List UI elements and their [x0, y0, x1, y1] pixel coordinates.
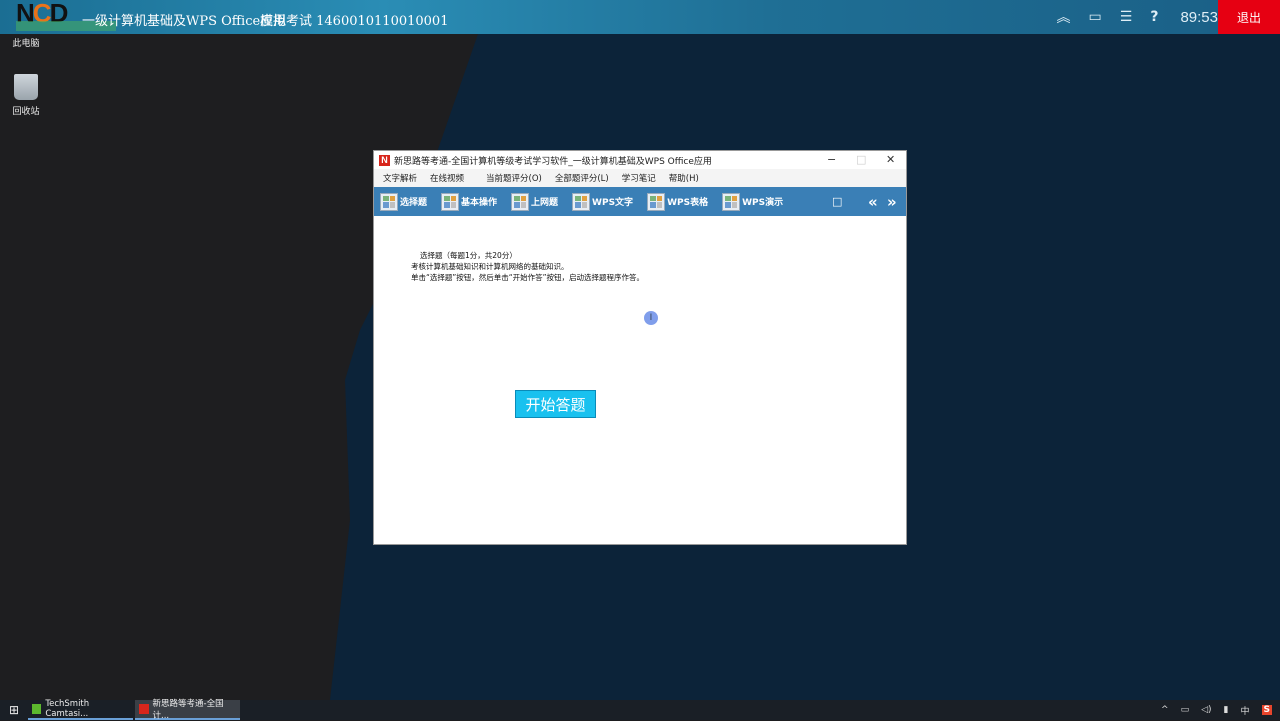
camtasia-icon	[32, 704, 42, 714]
taskbar: ⊞ TechSmith Camtasi... 新思路等考通-全国计... ^ ▭…	[0, 699, 1280, 721]
section-desc: 考核计算机基础知识和计算机网络的基础知识。	[411, 262, 569, 271]
icon-label: 回收站	[12, 107, 40, 117]
system-tray: ^ ▭ ◁) ▮ 中 S	[1161, 700, 1272, 720]
chevron-up-icon[interactable]: ^	[1161, 705, 1169, 715]
menu-notes[interactable]: 学习笔记	[622, 172, 656, 184]
desktop-icon-recycle-bin[interactable]: 回收站	[6, 74, 46, 117]
tool-basic-ops[interactable]: 基本操作	[441, 192, 497, 211]
app-window: N 新思路等考通-全国计算机等级考试学习软件_一级计算机基础及WPS Offic…	[373, 150, 907, 545]
help-icon[interactable]: ?	[1150, 9, 1158, 25]
tool-internet[interactable]: 上网题	[511, 192, 558, 211]
tool-wps-presentation[interactable]: WPS演示	[722, 192, 783, 211]
tool-wps-writer[interactable]: WPS文字	[572, 192, 633, 211]
basic-ops-icon	[441, 192, 460, 211]
menu-help[interactable]: 帮助(H)	[669, 172, 699, 184]
task-app[interactable]: 新思路等考通-全国计...	[135, 699, 240, 721]
ime-indicator[interactable]: 中	[1241, 704, 1250, 717]
wps-writer-icon	[572, 192, 591, 211]
microphone-icon[interactable]: ▮	[1224, 705, 1229, 715]
exit-button[interactable]: 退出	[1218, 0, 1280, 34]
recycle-bin-icon	[14, 74, 38, 100]
internet-icon	[511, 192, 530, 211]
sogou-icon[interactable]: S	[1261, 705, 1272, 715]
window-titlebar: N 新思路等考通-全国计算机等级考试学习软件_一级计算机基础及WPS Offic…	[374, 151, 906, 169]
wps-presentation-icon	[722, 192, 741, 211]
tool-choice[interactable]: 选择题	[380, 192, 427, 211]
menu-bar: 文字解析 在线视频 当前题评分(O) 全部题评分(L) 学习笔记 帮助(H)	[374, 169, 906, 187]
section-title: 选择题（每题1分，共20分）	[420, 251, 517, 260]
wps-sheet-icon	[647, 192, 666, 211]
network-icon[interactable]: ▭	[1181, 705, 1190, 715]
icon-label: 此电脑	[12, 39, 40, 49]
desktop-icon-this-pc[interactable]: 此电脑	[6, 36, 46, 49]
square-icon[interactable]: □	[832, 195, 842, 208]
menu-score-current[interactable]: 当前题评分(O)	[486, 172, 542, 184]
checklist-icon[interactable]: ☰	[1120, 9, 1133, 25]
tool-wps-sheet[interactable]: WPS表格	[647, 192, 708, 211]
exam-subject: 一级计算机基础及WPS Office应用	[82, 14, 287, 29]
prev-icon[interactable]: «	[868, 193, 878, 211]
app-logo-icon: N	[379, 154, 390, 166]
window-icon[interactable]: ▭	[1089, 9, 1102, 25]
exam-id: 模拟考试 1460010110010001	[260, 14, 449, 29]
countdown-timer: 89:53	[1180, 8, 1218, 26]
start-answer-button[interactable]: 开始答题	[515, 390, 596, 418]
task-camtasia[interactable]: TechSmith Camtasi...	[28, 699, 133, 720]
close-button[interactable]: ✕	[886, 153, 895, 166]
menu-text-analysis[interactable]: 文字解析	[383, 172, 417, 184]
section-instruction: 单击“选择题”按钮，然后单击“开始作答”按钮，启动选择题程序作答。	[411, 273, 645, 282]
collapse-icon[interactable]: ︽	[1057, 7, 1071, 27]
question-toolbar: 选择题 基本操作 上网题 WPS文字 WPS表格 WPS演示 □ « »	[374, 187, 906, 216]
choice-icon	[380, 192, 398, 211]
app-logo-icon	[139, 704, 149, 714]
maximize-button[interactable]: □	[856, 153, 866, 166]
menu-score-all[interactable]: 全部题评分(L)	[555, 172, 609, 184]
text-cursor-icon: I	[644, 311, 658, 325]
start-icon[interactable]: ⊞	[0, 703, 28, 717]
window-title: 新思路等考通-全国计算机等级考试学习软件_一级计算机基础及WPS Office应…	[394, 156, 712, 167]
exam-topbar: NCD 一级计算机基础及WPS Office应用 模拟考试 1460010110…	[0, 0, 1280, 34]
minimize-button[interactable]: −	[827, 153, 836, 166]
next-icon[interactable]: »	[887, 193, 897, 211]
volume-icon[interactable]: ◁)	[1201, 705, 1211, 715]
menu-online-video[interactable]: 在线视频	[430, 172, 464, 184]
